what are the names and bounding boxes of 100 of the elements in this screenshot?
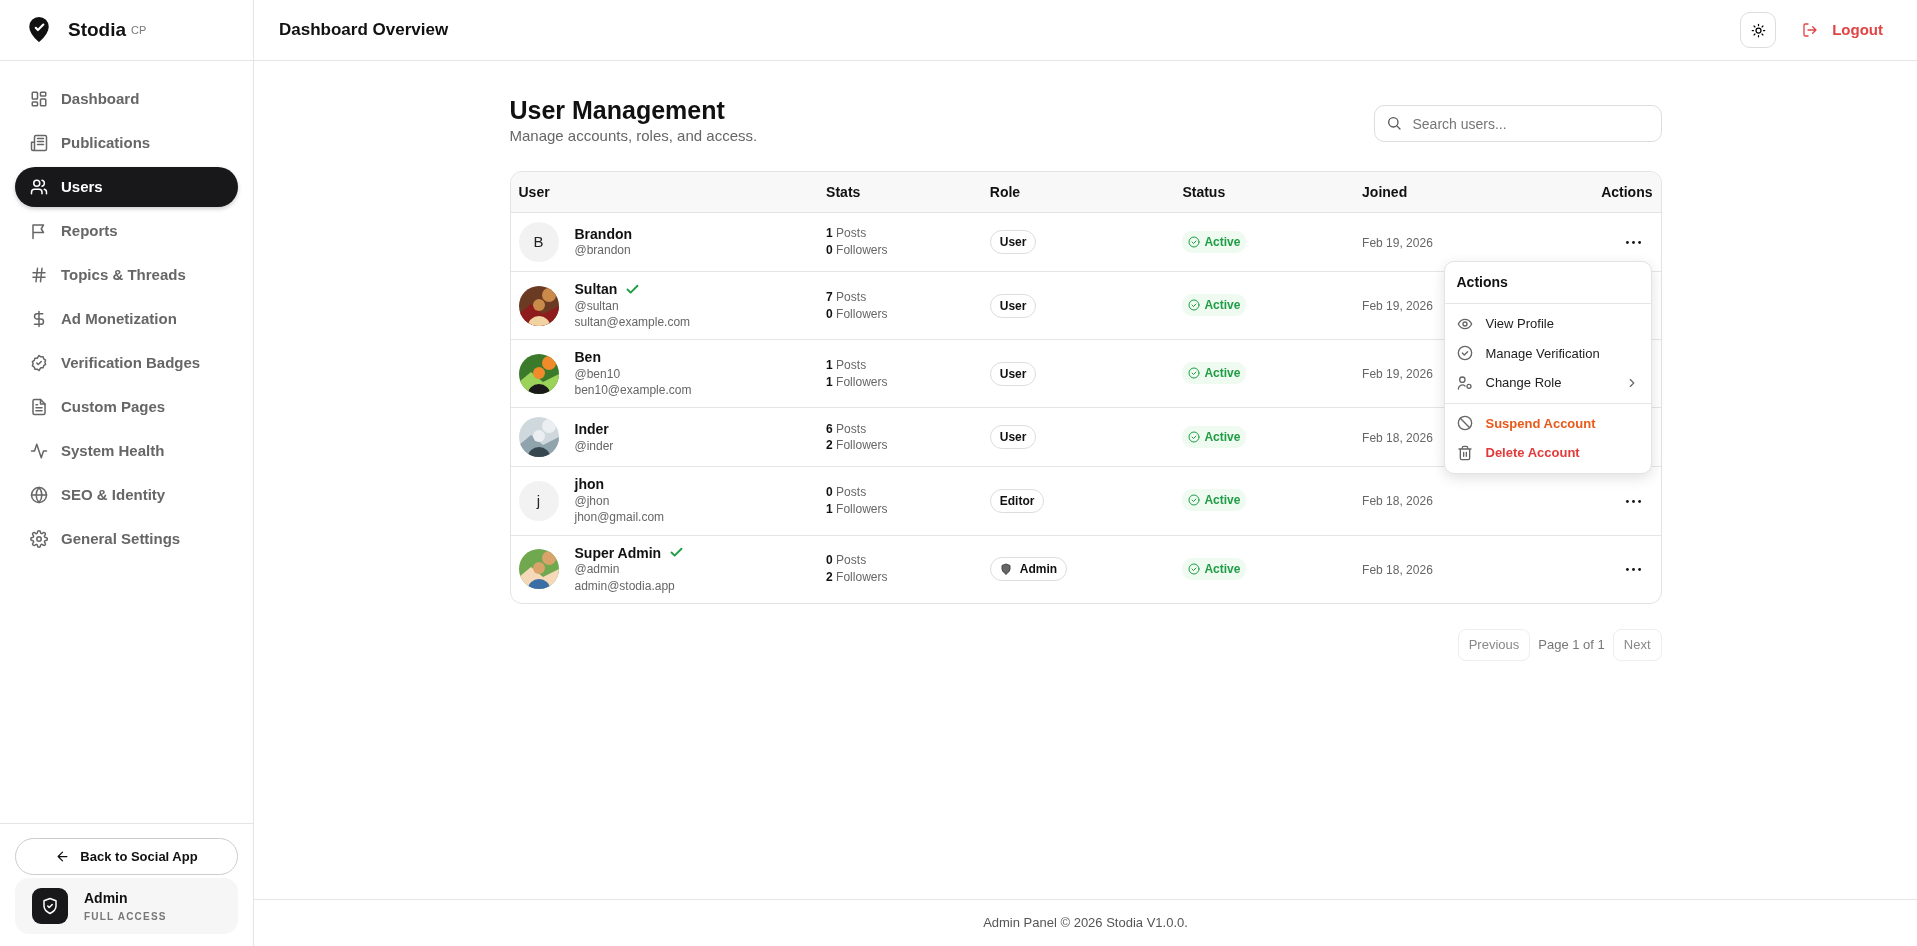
joined-date: Feb 18, 2026: [1362, 562, 1433, 577]
avatar: j: [518, 480, 559, 521]
user-email: jhon@gmail.com: [574, 509, 665, 526]
check-circle-icon: [1188, 494, 1201, 507]
posts-count: 6 Posts: [826, 420, 868, 438]
users-icon: [30, 178, 48, 196]
user-email: sultan@example.com: [574, 314, 691, 331]
user-email: ben10@example.com: [574, 382, 692, 399]
user-handle: @jhon: [574, 493, 611, 510]
status-tag: Active: [1182, 294, 1247, 317]
sidebar-item[interactable]: General Settings: [15, 519, 238, 559]
globe-icon: [30, 486, 48, 504]
followers-count: 2 Followers: [826, 569, 889, 586]
column-header: Stats: [818, 172, 982, 213]
column-header: Actions: [1560, 172, 1661, 213]
followers-count: 0 Followers: [826, 305, 889, 323]
followers-count: 1 Followers: [826, 373, 889, 391]
column-header: User: [510, 172, 819, 213]
user-name: Ben: [574, 349, 601, 366]
menu-item[interactable]: Suspend Account: [1444, 408, 1651, 438]
brand-suffix: CP: [131, 22, 147, 38]
logout-link[interactable]: Logout: [1802, 18, 1883, 42]
page-info: Page 1 of 1: [1538, 635, 1605, 654]
badge-check-icon: [30, 354, 48, 372]
check-circle-icon: [1188, 235, 1201, 248]
sidebar-item[interactable]: System Health: [15, 431, 238, 471]
search-icon: [1385, 115, 1402, 131]
sidebar-item[interactable]: Topics & Threads: [15, 255, 238, 295]
theme-toggle-button[interactable]: [1740, 12, 1777, 48]
avatar: B: [518, 222, 559, 262]
hash-icon: [30, 266, 48, 284]
status-tag: Active: [1182, 362, 1247, 385]
sidebar-item[interactable]: Dashboard: [15, 79, 238, 119]
more-icon: [1625, 241, 1641, 245]
shield-check-icon: [32, 888, 68, 924]
menu-item[interactable]: Delete Account: [1444, 438, 1651, 468]
status-tag: Active: [1182, 489, 1247, 512]
status-tag: Active: [1182, 557, 1247, 580]
status-tag: Active: [1182, 230, 1247, 253]
back-button[interactable]: Back to Social App: [15, 838, 238, 875]
sidebar-item[interactable]: Custom Pages: [15, 387, 238, 427]
account-name: Admin: [84, 889, 129, 908]
menu-item[interactable]: View Profile: [1444, 309, 1651, 339]
search-field[interactable]: Search users...: [1373, 105, 1662, 142]
menu-title: Actions: [1444, 262, 1651, 304]
posts-count: 0 Posts: [826, 484, 868, 501]
check-circle-icon: [1456, 345, 1473, 362]
column-header: Status: [1174, 172, 1355, 213]
user-handle: @ben10: [574, 365, 622, 383]
sidebar-item[interactable]: Reports: [15, 211, 238, 251]
document-icon: [30, 398, 48, 416]
page-subtitle: Manage accounts, roles, and access.: [509, 125, 758, 146]
joined-date: Feb 18, 2026: [1362, 494, 1433, 509]
check-circle-icon: [1188, 299, 1201, 312]
page-title: User Management: [509, 97, 726, 125]
pin-logo-icon: [26, 17, 52, 43]
joined-date: Feb 18, 2026: [1362, 430, 1433, 445]
account-role: FULL ACCESS: [84, 910, 167, 924]
settings-icon: [30, 530, 48, 548]
column-header: Role: [981, 172, 1175, 213]
menu-item[interactable]: Manage Verification: [1444, 338, 1651, 368]
posts-count: 1 Posts: [826, 225, 868, 242]
user-handle: @inder: [574, 437, 614, 454]
user-name: Super Admin: [574, 544, 662, 562]
logout-icon: [1802, 22, 1819, 38]
followers-count: 2 Followers: [826, 437, 889, 455]
more-icon: [1625, 568, 1641, 572]
user-gear-icon: [1456, 374, 1473, 391]
sidebar-item[interactable]: Publications: [15, 123, 238, 163]
pulse-icon: [30, 442, 48, 460]
ban-icon: [1456, 415, 1473, 432]
joined-date: Feb 19, 2026: [1362, 235, 1433, 250]
user-handle: @brandon: [574, 242, 632, 259]
check-circle-icon: [1188, 367, 1201, 380]
trash-icon: [1456, 444, 1473, 461]
posts-count: 7 Posts: [826, 288, 868, 306]
sidebar-item[interactable]: Users: [15, 167, 238, 207]
user-name: jhon: [574, 476, 605, 494]
menu-item[interactable]: Change Role: [1444, 368, 1651, 398]
check-circle-icon: [1188, 562, 1201, 575]
posts-count: 0 Posts: [826, 552, 868, 570]
user-handle: @sultan: [574, 297, 620, 314]
followers-count: 0 Followers: [826, 242, 889, 259]
user-name: Inder: [574, 420, 609, 438]
brand-name: Stodia: [68, 17, 127, 42]
footer-text: Admin Panel © 2026 Stodia V1.0.0.: [983, 914, 1188, 933]
posts-count: 1 Posts: [826, 356, 868, 374]
sidebar-item[interactable]: SEO & Identity: [15, 475, 238, 515]
followers-count: 1 Followers: [826, 500, 889, 518]
page-header-title: Dashboard Overview: [279, 19, 449, 42]
sidebar-item[interactable]: Verification Badges: [15, 343, 238, 383]
dashboard-icon: [30, 90, 48, 108]
joined-date: Feb 19, 2026: [1362, 367, 1433, 382]
user-name: Sultan: [574, 281, 618, 298]
sidebar-item[interactable]: Ad Monetization: [15, 299, 238, 339]
sun-icon: [1750, 22, 1766, 38]
more-icon: [1625, 500, 1641, 504]
shield-icon: [999, 563, 1012, 576]
user-email: admin@stodia.app: [574, 577, 676, 594]
status-tag: Active: [1182, 425, 1247, 448]
